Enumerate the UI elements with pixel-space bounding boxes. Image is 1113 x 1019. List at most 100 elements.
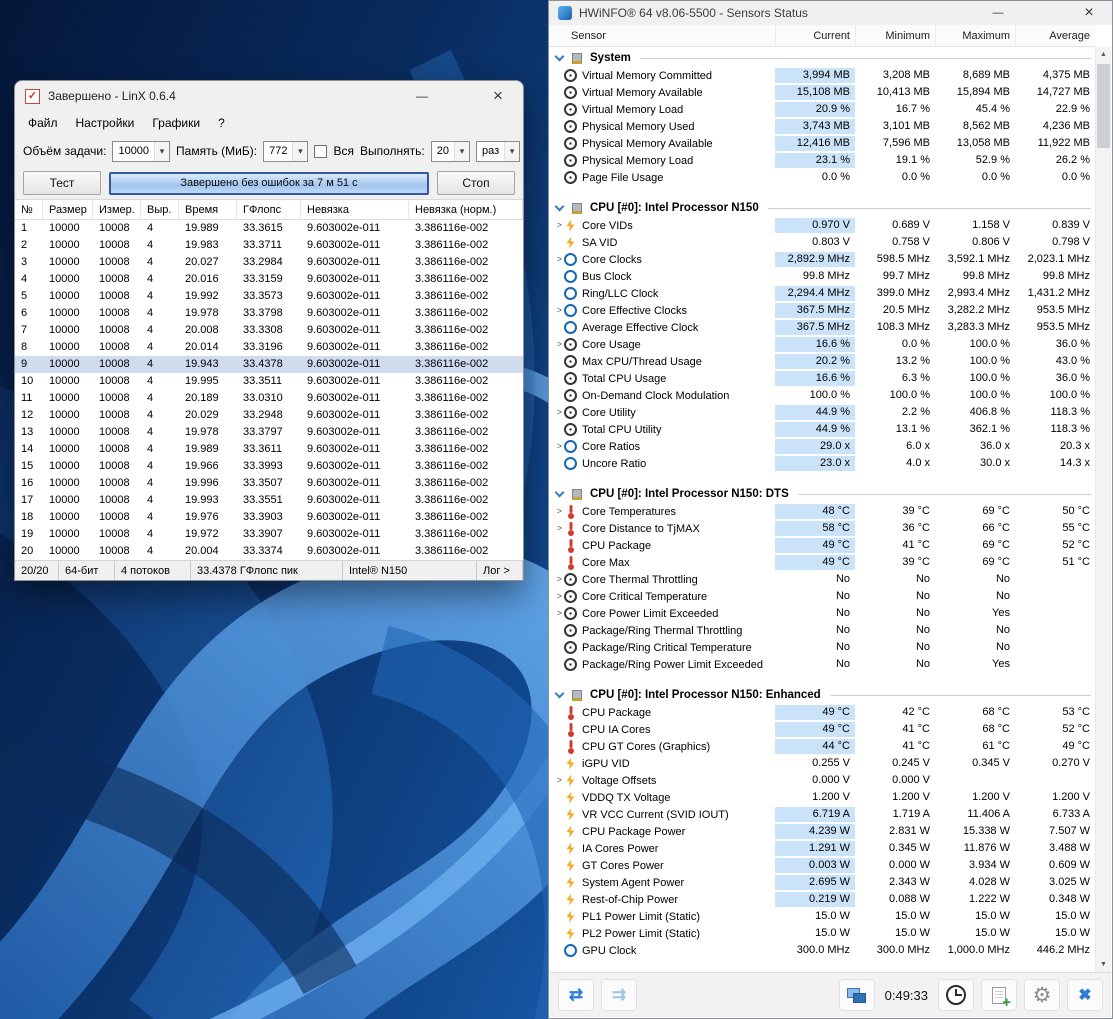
sensor-row[interactable]: >Core Temperatures48 °C39 °C69 °C50 °C bbox=[549, 503, 1095, 520]
column-header[interactable]: Невязка bbox=[301, 200, 409, 219]
remote-monitoring-button[interactable] bbox=[839, 979, 875, 1011]
report-button[interactable] bbox=[981, 979, 1017, 1011]
column-header[interactable]: Размер bbox=[43, 200, 93, 219]
sensor-row[interactable]: Max CPU/Thread Usage20.2 %13.2 %100.0 %4… bbox=[549, 353, 1095, 370]
sensor-row[interactable]: >Core Effective Clocks367.5 MHz20.5 MHz3… bbox=[549, 302, 1095, 319]
column-header[interactable]: Время bbox=[179, 200, 237, 219]
table-row[interactable]: 111000010008420.18933.03109.603002e-0113… bbox=[15, 390, 523, 407]
expand-icon[interactable]: > bbox=[549, 404, 562, 421]
sensor-row[interactable]: PL1 Power Limit (Static)15.0 W15.0 W15.0… bbox=[549, 908, 1095, 925]
sensor-row[interactable]: VDDQ TX Voltage1.200 V1.200 V1.200 V1.20… bbox=[549, 789, 1095, 806]
sensor-row[interactable]: >Core Usage16.6 %0.0 %100.0 %36.0 % bbox=[549, 336, 1095, 353]
table-row[interactable]: 81000010008420.01433.31969.603002e-0113.… bbox=[15, 339, 523, 356]
sensor-row[interactable]: >Core Clocks2,892.9 MHz598.5 MHz3,592.1 … bbox=[549, 251, 1095, 268]
column-header[interactable]: № bbox=[15, 200, 43, 219]
table-row[interactable]: 191000010008419.97233.39079.603002e-0113… bbox=[15, 526, 523, 543]
dropdown-arrow-icon[interactable] bbox=[292, 142, 307, 161]
table-row[interactable]: 181000010008419.97633.39039.603002e-0113… bbox=[15, 509, 523, 526]
expand-icon[interactable]: > bbox=[549, 251, 562, 268]
column-header[interactable]: Невязка (норм.) bbox=[409, 200, 523, 219]
scrollbar[interactable] bbox=[1095, 47, 1111, 972]
sensor-row[interactable]: Package/Ring Thermal ThrottlingNoNoNo bbox=[549, 622, 1095, 639]
expand-icon[interactable]: > bbox=[549, 438, 562, 455]
expand-icon[interactable]: > bbox=[549, 302, 562, 319]
column-header[interactable]: Current bbox=[775, 25, 855, 46]
scroll-down-icon[interactable] bbox=[1096, 957, 1111, 972]
column-header[interactable]: Average bbox=[1015, 25, 1095, 46]
sensor-row[interactable]: Virtual Memory Committed3,994 MB3,208 MB… bbox=[549, 67, 1095, 84]
section-header[interactable]: System bbox=[549, 49, 1095, 67]
minimize-button[interactable] bbox=[984, 7, 1012, 19]
sensor-row[interactable]: CPU IA Cores49 °C41 °C68 °C52 °C bbox=[549, 721, 1095, 738]
sensor-row[interactable]: Virtual Memory Available15,108 MB10,413 … bbox=[549, 84, 1095, 101]
settings-button[interactable] bbox=[1024, 979, 1060, 1011]
sensor-row[interactable]: Bus Clock99.8 MHz99.7 MHz99.8 MHz99.8 MH… bbox=[549, 268, 1095, 285]
expand-icon[interactable]: > bbox=[549, 217, 562, 234]
sensor-row[interactable]: >Core Thermal ThrottlingNoNoNo bbox=[549, 571, 1095, 588]
expand-icon[interactable]: > bbox=[549, 336, 562, 353]
table-row[interactable]: 161000010008419.99633.35079.603002e-0113… bbox=[15, 475, 523, 492]
column-header[interactable]: Выр. bbox=[141, 200, 179, 219]
menu-item[interactable]: Файл bbox=[19, 113, 67, 133]
sensor-row[interactable]: Uncore Ratio23.0 x4.0 x30.0 x14.3 x bbox=[549, 455, 1095, 472]
sensor-row[interactable]: CPU Package Power4.239 W2.831 W15.338 W7… bbox=[549, 823, 1095, 840]
sensor-row[interactable]: Physical Memory Used3,743 MB3,101 MB8,56… bbox=[549, 118, 1095, 135]
table-row[interactable]: 51000010008419.99233.35739.603002e-0113.… bbox=[15, 288, 523, 305]
expand-icon[interactable]: > bbox=[549, 503, 562, 520]
sensor-row[interactable]: Page File Usage0.0 %0.0 %0.0 %0.0 % bbox=[549, 169, 1095, 186]
run-unit-combo[interactable]: раз bbox=[476, 141, 520, 162]
minimize-button[interactable] bbox=[407, 89, 437, 103]
sensor-row[interactable]: CPU Package49 °C41 °C69 °C52 °C bbox=[549, 537, 1095, 554]
column-header[interactable]: Minimum bbox=[855, 25, 935, 46]
sensor-row[interactable]: Package/Ring Power Limit ExceededNoNoYes bbox=[549, 656, 1095, 673]
sensor-row[interactable]: >Core Critical TemperatureNoNoNo bbox=[549, 588, 1095, 605]
scrollbar-thumb[interactable] bbox=[1097, 64, 1110, 148]
hwinfo-titlebar[interactable]: HWiNFO® 64 v8.06-5500 - Sensors Status bbox=[549, 1, 1112, 25]
collapse-chevron-icon[interactable] bbox=[555, 689, 565, 699]
table-row[interactable]: 121000010008420.02933.29489.603002e-0113… bbox=[15, 407, 523, 424]
table-row[interactable]: 131000010008419.97833.37979.603002e-0113… bbox=[15, 424, 523, 441]
collapse-chevron-icon[interactable] bbox=[555, 488, 565, 498]
section-header[interactable]: CPU [#0]: Intel Processor N150: DTS bbox=[549, 485, 1095, 503]
stop-button[interactable]: Стоп bbox=[437, 171, 515, 195]
sensor-row[interactable]: >Core Distance to TjMAX58 °C36 °C66 °C55… bbox=[549, 520, 1095, 537]
scroll-up-icon[interactable] bbox=[1096, 47, 1111, 62]
sensor-row[interactable]: Physical Memory Load23.1 %19.1 %52.9 %26… bbox=[549, 152, 1095, 169]
close-button[interactable] bbox=[1075, 4, 1103, 22]
table-row[interactable]: 61000010008419.97833.37989.603002e-0113.… bbox=[15, 305, 523, 322]
expand-icon[interactable]: > bbox=[549, 605, 562, 622]
menu-item[interactable]: ? bbox=[209, 113, 234, 133]
column-header[interactable]: Maximum bbox=[935, 25, 1015, 46]
sensor-row[interactable]: Total CPU Usage16.6 %6.3 %100.0 %36.0 % bbox=[549, 370, 1095, 387]
menu-item[interactable]: Графики bbox=[143, 113, 209, 133]
sensor-row[interactable]: IA Cores Power1.291 W0.345 W11.876 W3.48… bbox=[549, 840, 1095, 857]
column-header[interactable]: ГФлопс bbox=[237, 200, 301, 219]
expand-icon[interactable]: > bbox=[549, 772, 562, 789]
column-header[interactable]: Измер. bbox=[93, 200, 141, 219]
sensor-row[interactable]: GPU Clock300.0 MHz300.0 MHz1,000.0 MHz44… bbox=[549, 942, 1095, 959]
sensor-row[interactable]: >Core Power Limit ExceededNoNoYes bbox=[549, 605, 1095, 622]
sensor-row[interactable]: CPU GT Cores (Graphics)44 °C41 °C61 °C49… bbox=[549, 738, 1095, 755]
sensor-row[interactable]: VR VCC Current (SVID IOUT)6.719 A1.719 A… bbox=[549, 806, 1095, 823]
sensor-row[interactable]: Package/Ring Critical TemperatureNoNoNo bbox=[549, 639, 1095, 656]
table-row[interactable]: 171000010008419.99333.35519.603002e-0113… bbox=[15, 492, 523, 509]
sensor-row[interactable]: System Agent Power2.695 W2.343 W4.028 W3… bbox=[549, 874, 1095, 891]
memory-combo[interactable]: 772 bbox=[263, 141, 308, 162]
task-size-combo[interactable]: 10000 bbox=[112, 141, 170, 162]
table-row[interactable]: 151000010008419.96633.39939.603002e-0113… bbox=[15, 458, 523, 475]
sensor-row[interactable]: CPU Package49 °C42 °C68 °C53 °C bbox=[549, 704, 1095, 721]
column-header[interactable]: Sensor bbox=[549, 25, 775, 46]
table-row[interactable]: 31000010008420.02733.29849.603002e-0113.… bbox=[15, 254, 523, 271]
table-row[interactable]: 101000010008419.99533.35119.603002e-0113… bbox=[15, 373, 523, 390]
sensor-row[interactable]: Total CPU Utility44.9 %13.1 %362.1 %118.… bbox=[549, 421, 1095, 438]
expand-icon[interactable]: > bbox=[549, 520, 562, 537]
table-row[interactable]: 71000010008420.00833.33089.603002e-0113.… bbox=[15, 322, 523, 339]
section-header[interactable]: CPU [#0]: Intel Processor N150: Enhanced bbox=[549, 686, 1095, 704]
section-header[interactable]: CPU [#0]: Intel Processor N150 bbox=[549, 199, 1095, 217]
run-count-combo[interactable]: 20 bbox=[431, 141, 470, 162]
table-row[interactable]: 21000010008419.98333.37119.603002e-0113.… bbox=[15, 237, 523, 254]
all-memory-checkbox[interactable] bbox=[314, 145, 327, 158]
dropdown-arrow-icon[interactable] bbox=[504, 142, 519, 161]
collapse-chevron-icon[interactable] bbox=[555, 52, 565, 62]
clock-button[interactable] bbox=[938, 979, 974, 1011]
